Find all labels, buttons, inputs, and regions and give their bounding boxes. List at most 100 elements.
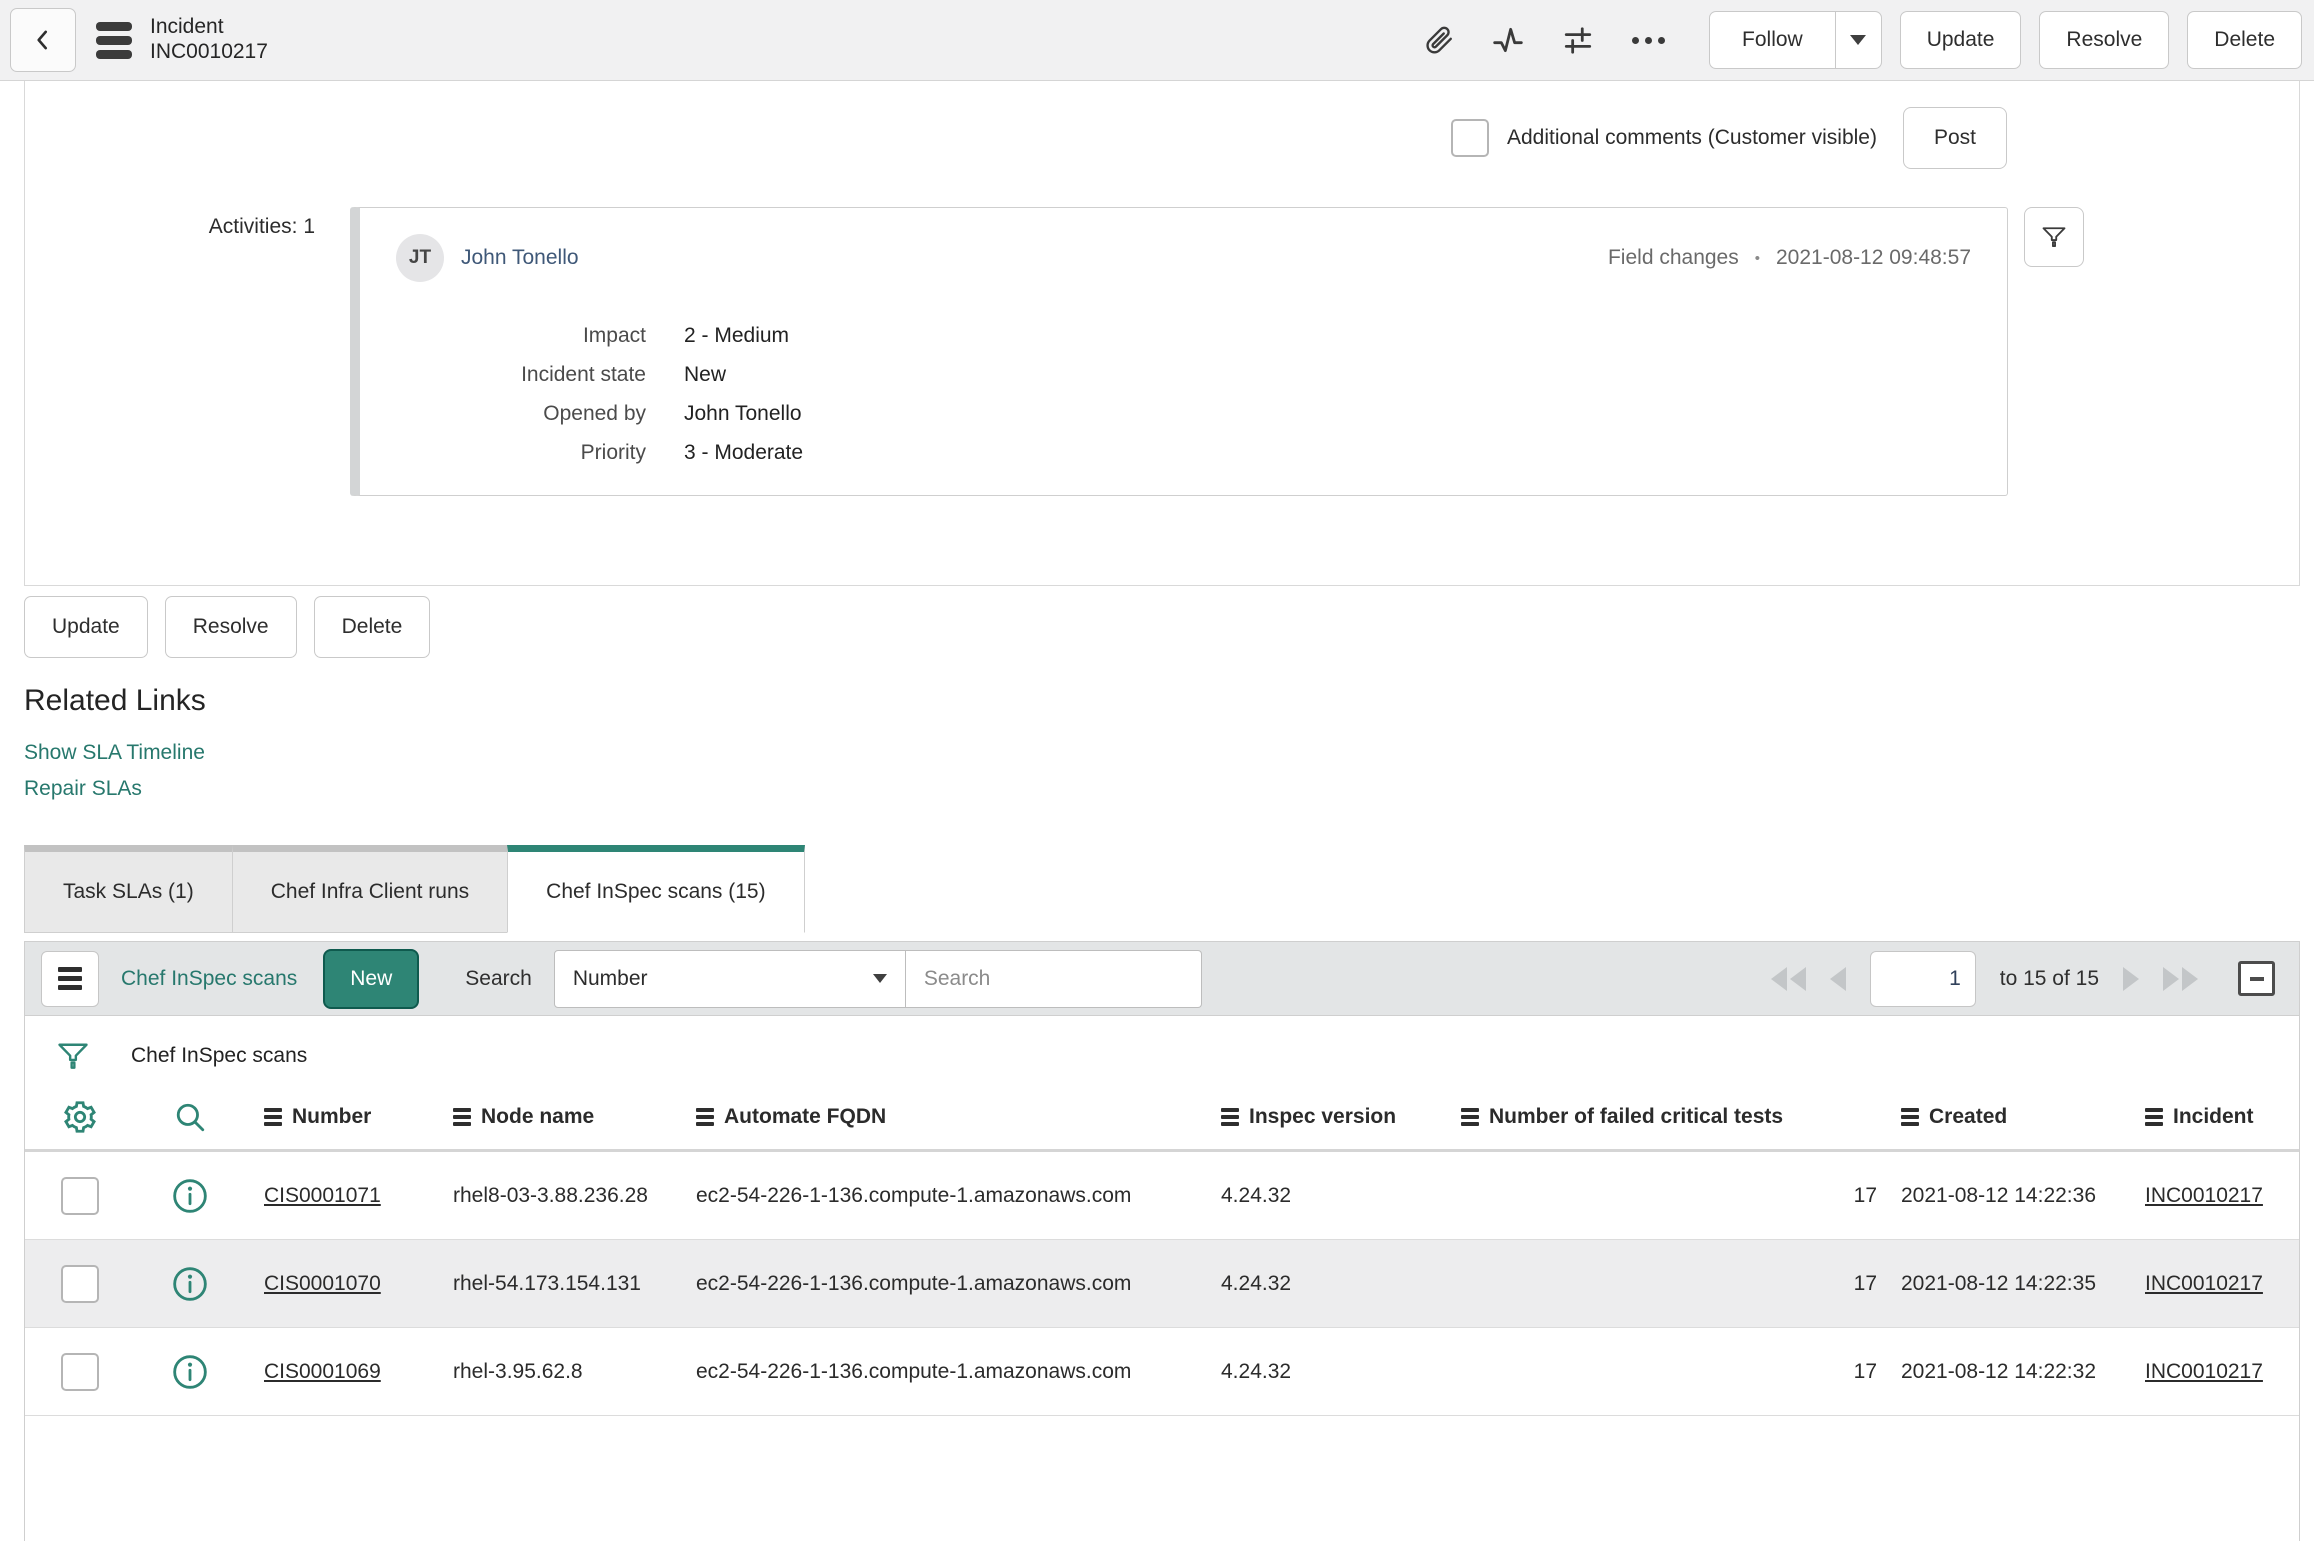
delete-button[interactable]: Delete xyxy=(313,596,431,658)
more-options-icon[interactable] xyxy=(1632,36,1666,44)
chevron-left-icon xyxy=(37,30,48,50)
record-type-label: Incident xyxy=(150,15,224,39)
row-checkbox[interactable] xyxy=(61,1176,99,1215)
filter-funnel-icon[interactable] xyxy=(55,1038,91,1074)
field-changes-list: Impact 2 - Medium Incident state New Ope… xyxy=(396,324,1971,465)
show-sla-timeline-link[interactable]: Show SLA Timeline xyxy=(24,741,205,765)
scan-number-link[interactable]: CIS0001069 xyxy=(264,1360,381,1383)
row-info-icon[interactable] xyxy=(135,1264,245,1304)
page-number-input[interactable] xyxy=(1869,950,1976,1007)
list-context-menu-button[interactable] xyxy=(41,950,99,1007)
personalize-list-gear-icon[interactable] xyxy=(25,1099,135,1135)
new-button[interactable]: New xyxy=(323,948,420,1009)
additional-comments-checkbox[interactable] xyxy=(1451,119,1489,157)
activities-count-label: Activities: 1 xyxy=(208,215,315,238)
record-header: Incident INC0010217 Follow Update Resolv… xyxy=(0,0,2314,81)
activity-filter-button[interactable] xyxy=(2024,207,2084,267)
field-value: John Tonello xyxy=(684,402,802,425)
created-cell: 2021-08-12 14:22:35 xyxy=(1901,1271,2096,1295)
column-header-incident[interactable]: Incident xyxy=(2125,1105,2299,1129)
column-menu-icon xyxy=(264,1107,282,1126)
repair-slas-link[interactable]: Repair SLAs xyxy=(24,777,142,801)
column-menu-icon xyxy=(1461,1107,1479,1126)
activity-timestamp: 2021-08-12 09:48:57 xyxy=(1776,246,1971,269)
caret-down-icon xyxy=(1850,35,1867,45)
search-input[interactable] xyxy=(905,949,1202,1008)
avatar: JT xyxy=(396,234,444,282)
table-row: CIS0001069 rhel-3.95.62.8 ec2-54-226-1-1… xyxy=(25,1328,2299,1416)
inspec-version-cell: 4.24.32 xyxy=(1221,1183,1292,1207)
activity-meta: Field changes • 2021-08-12 09:48:57 xyxy=(1608,246,1971,270)
record-title: Incident INC0010217 xyxy=(150,15,268,65)
form-context-menu-icon[interactable] xyxy=(96,21,132,59)
list-title[interactable]: Chef InSpec scans xyxy=(121,967,297,991)
field-value: 3 - Moderate xyxy=(684,441,804,464)
failed-critical-tests-cell: 17 xyxy=(1853,1271,1877,1295)
field-label: Priority xyxy=(580,441,646,464)
incident-link[interactable]: INC0010217 xyxy=(2145,1360,2263,1383)
attachment-icon[interactable] xyxy=(1424,25,1454,55)
chef-inspec-scans-panel: Chef InSpec scans New Search Number to 1… xyxy=(24,941,2300,1541)
field-change-row: Impact 2 - Medium xyxy=(396,324,1971,348)
header-resolve-button[interactable]: Resolve xyxy=(2039,11,2170,69)
scan-number-link[interactable]: CIS0001070 xyxy=(264,1272,381,1295)
column-header-number[interactable]: Number xyxy=(245,1105,429,1129)
pagination-range-text: to 15 of 15 xyxy=(1999,966,2099,990)
column-menu-icon xyxy=(1901,1107,1919,1126)
personalize-form-icon[interactable] xyxy=(1562,24,1594,56)
back-button[interactable] xyxy=(10,8,76,72)
header-delete-button[interactable]: Delete xyxy=(2187,11,2302,69)
column-menu-icon xyxy=(2145,1107,2163,1126)
row-checkbox[interactable] xyxy=(61,1352,99,1391)
field-value: New xyxy=(684,363,727,386)
tab-chef-inspec-scans[interactable]: Chef InSpec scans (15) xyxy=(507,845,805,933)
header-update-button[interactable]: Update xyxy=(1899,11,2022,69)
list-pagination: to 15 of 15 xyxy=(1770,950,2275,1007)
failed-critical-tests-cell: 17 xyxy=(1853,1359,1877,1383)
list-header-row: Number Node name Automate FQDN Inspec ve… xyxy=(25,1084,2299,1152)
row-checkbox[interactable] xyxy=(61,1264,99,1303)
last-page-button[interactable] xyxy=(2163,966,2198,991)
created-cell: 2021-08-12 14:22:32 xyxy=(1901,1359,2096,1383)
column-header-automate-fqdn[interactable]: Automate FQDN xyxy=(684,1105,1199,1129)
column-menu-icon xyxy=(453,1107,471,1126)
table-row: CIS0001071 rhel8-03-3.88.236.28 ec2-54-2… xyxy=(25,1152,2299,1240)
activity-stream-icon[interactable] xyxy=(1492,24,1524,56)
tab-task-slas[interactable]: Task SLAs (1) xyxy=(24,845,233,933)
post-button[interactable]: Post xyxy=(1902,107,2007,169)
column-menu-icon xyxy=(696,1107,714,1126)
table-row: CIS0001070 rhel-54.173.154.131 ec2-54-22… xyxy=(25,1240,2299,1328)
scan-number-link[interactable]: CIS0001071 xyxy=(264,1184,381,1207)
column-header-node-name[interactable]: Node name xyxy=(429,1105,684,1129)
field-label: Opened by xyxy=(543,402,646,425)
row-info-icon[interactable] xyxy=(135,1176,245,1216)
previous-page-button[interactable] xyxy=(1829,966,1846,991)
column-menu-icon xyxy=(1221,1107,1239,1126)
list-toolbar: Chef InSpec scans New Search Number to 1… xyxy=(25,942,2299,1016)
additional-comments-row: Additional comments (Customer visible) P… xyxy=(25,81,2299,169)
automate-fqdn-cell: ec2-54-226-1-136.compute-1.amazonaws.com xyxy=(696,1359,1132,1383)
row-info-icon[interactable] xyxy=(135,1352,245,1392)
column-search-icon[interactable] xyxy=(135,1100,245,1134)
update-button[interactable]: Update xyxy=(24,596,148,658)
tab-chef-infra-client-runs[interactable]: Chef Infra Client runs xyxy=(231,845,509,933)
column-header-created[interactable]: Created xyxy=(1887,1105,2125,1129)
node-name-cell: rhel8-03-3.88.236.28 xyxy=(453,1183,648,1207)
automate-fqdn-cell: ec2-54-226-1-136.compute-1.amazonaws.com xyxy=(696,1271,1132,1295)
breadcrumb-all-label[interactable]: Chef InSpec scans xyxy=(131,1044,307,1068)
activity-author[interactable]: John Tonello xyxy=(461,246,579,270)
follow-dropdown-button[interactable] xyxy=(1834,12,1881,68)
first-page-button[interactable] xyxy=(1770,966,1806,991)
search-field-select[interactable]: Number xyxy=(553,949,906,1008)
next-page-button[interactable] xyxy=(2123,966,2139,991)
column-header-inspec-version[interactable]: Inspec version xyxy=(1199,1105,1447,1129)
incident-link[interactable]: INC0010217 xyxy=(2145,1184,2263,1207)
resolve-button[interactable]: Resolve xyxy=(164,596,297,658)
field-value: 2 - Medium xyxy=(684,324,790,347)
collapse-list-button[interactable] xyxy=(2238,961,2275,996)
column-header-failed-critical-tests[interactable]: Number of failed critical tests xyxy=(1447,1105,1887,1129)
incident-link[interactable]: INC0010217 xyxy=(2145,1272,2263,1295)
field-label: Incident state xyxy=(521,363,646,386)
follow-button[interactable]: Follow xyxy=(1710,12,1835,68)
created-cell: 2021-08-12 14:22:36 xyxy=(1901,1183,2096,1207)
